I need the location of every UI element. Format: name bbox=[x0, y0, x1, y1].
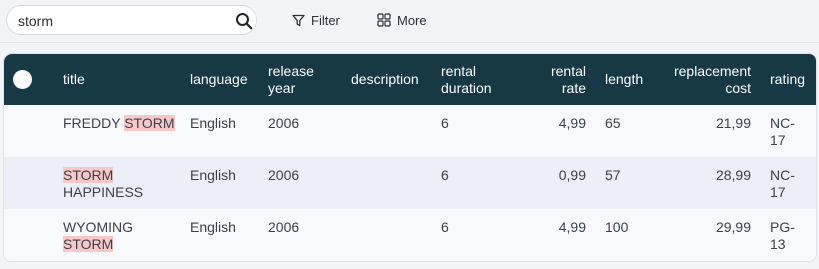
cell-length: 100 bbox=[605, 219, 629, 235]
cell-rental-duration: 6 bbox=[441, 167, 449, 183]
cell-rating: PG-13 bbox=[770, 219, 795, 252]
search-match-highlight: STORM bbox=[124, 115, 175, 131]
table-row[interactable]: FREDDY STORM English 2006 6 4,99 65 21,99 NC-17 bbox=[4, 105, 816, 157]
column-header-title[interactable]: title bbox=[63, 54, 173, 105]
search-icon[interactable] bbox=[235, 12, 253, 30]
cell-language: English bbox=[190, 115, 236, 131]
grid-icon bbox=[377, 13, 391, 27]
cell-title: FREDDY STORM bbox=[63, 115, 175, 132]
cell-title: STORM HAPPINESS bbox=[63, 167, 175, 201]
filter-icon bbox=[292, 14, 305, 26]
table-header: title language release year description … bbox=[4, 54, 816, 105]
cell-replacement-cost: 29,99 bbox=[715, 219, 751, 235]
cell-rental-rate: 0,99 bbox=[558, 167, 586, 183]
search-match-highlight: STORM bbox=[63, 167, 114, 183]
search-input[interactable] bbox=[18, 11, 218, 31]
cell-length: 65 bbox=[605, 115, 621, 131]
title-text: HAPPINESS bbox=[63, 184, 144, 200]
more-label: More bbox=[397, 12, 427, 28]
select-all-checkbox[interactable] bbox=[13, 70, 32, 89]
cell-language: English bbox=[190, 167, 236, 183]
cell-release-year: 2006 bbox=[268, 115, 300, 131]
more-button[interactable]: More bbox=[377, 10, 427, 30]
search-match-highlight: STORM bbox=[63, 236, 114, 252]
cell-rating: NC-17 bbox=[770, 115, 795, 148]
table-row[interactable]: WYOMING STORM English 2006 6 4,99 100 29,99 PG-… bbox=[4, 209, 816, 261]
filter-label: Filter bbox=[311, 12, 340, 28]
cell-rental-rate: 4,99 bbox=[558, 219, 586, 235]
column-header-release-year[interactable]: release year bbox=[268, 54, 328, 105]
column-header-rental-rate[interactable]: rental rate bbox=[524, 54, 586, 105]
toolbar: Filter More bbox=[0, 0, 819, 43]
title-text: FREDDY bbox=[63, 115, 125, 131]
cell-replacement-cost: 28,99 bbox=[715, 167, 751, 183]
column-header-description[interactable]: description bbox=[351, 54, 436, 105]
column-header-rating[interactable]: rating bbox=[770, 54, 814, 105]
cell-title: WYOMING STORM bbox=[63, 219, 175, 253]
cell-language: English bbox=[190, 219, 236, 235]
cell-release-year: 2006 bbox=[268, 219, 300, 235]
cell-length: 57 bbox=[605, 167, 621, 183]
column-header-rental-duration[interactable]: rental duration bbox=[441, 54, 506, 105]
column-header-replacement-cost[interactable]: replacement cost bbox=[656, 54, 751, 105]
cell-rental-duration: 6 bbox=[441, 219, 449, 235]
column-header-language[interactable]: language bbox=[190, 54, 260, 105]
search-box[interactable] bbox=[6, 5, 257, 35]
filter-button[interactable]: Filter bbox=[292, 10, 340, 30]
cell-rental-duration: 6 bbox=[441, 115, 449, 131]
toolbar-divider bbox=[0, 42, 819, 43]
cell-release-year: 2006 bbox=[268, 167, 300, 183]
cell-rental-rate: 4,99 bbox=[558, 115, 586, 131]
cell-rating: NC-17 bbox=[770, 167, 795, 200]
title-text: WYOMING bbox=[63, 219, 133, 235]
cell-replacement-cost: 21,99 bbox=[715, 115, 751, 131]
table-row[interactable]: STORM HAPPINESS English 2006 6 0,99 57 28,99 NC… bbox=[4, 157, 816, 209]
data-table: title language release year description … bbox=[3, 53, 817, 262]
column-header-length[interactable]: length bbox=[605, 54, 655, 105]
